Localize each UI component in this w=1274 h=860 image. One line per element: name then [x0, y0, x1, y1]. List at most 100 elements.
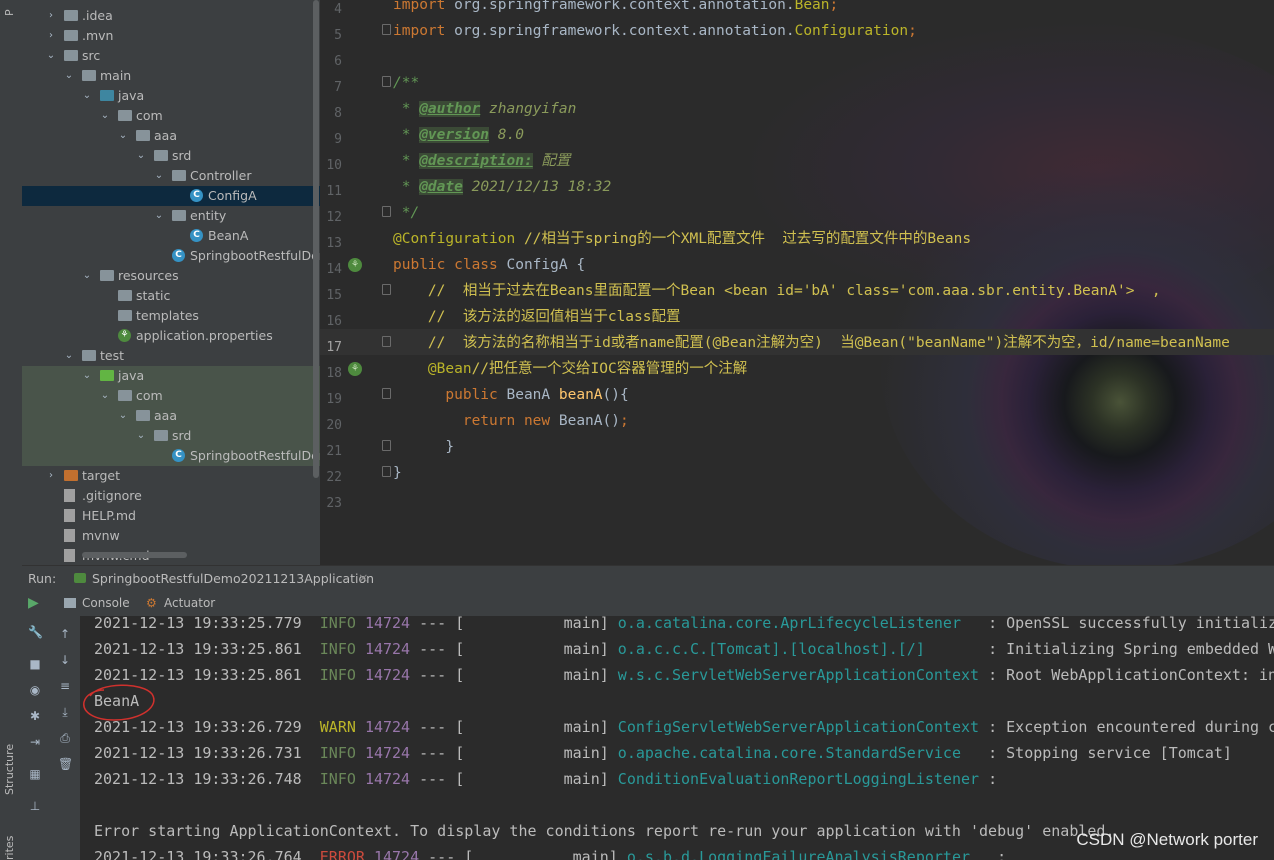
- stop-icon[interactable]: ■: [28, 658, 42, 670]
- chevron-down-icon[interactable]: ⌄: [118, 406, 128, 426]
- project-tree-horizontal-scrollbar[interactable]: [82, 552, 187, 558]
- chevron-down-icon[interactable]: ⌄: [100, 386, 110, 406]
- tree-item[interactable]: ⌄ srd: [22, 426, 320, 446]
- structure-tool-tab[interactable]: Structure: [3, 744, 16, 795]
- log-timestamp: 2021-12-13 19:33:26.731: [94, 744, 302, 762]
- fold-marker[interactable]: [382, 284, 391, 295]
- tree-item[interactable]: static: [22, 286, 320, 306]
- tree-item[interactable]: ⌄ com: [22, 386, 320, 406]
- chevron-down-icon[interactable]: ⌄: [82, 86, 92, 106]
- fold-marker[interactable]: [382, 24, 391, 35]
- fold-marker[interactable]: [382, 336, 391, 347]
- chevron-right-icon[interactable]: ›: [46, 6, 56, 26]
- tree-item[interactable]: ⌄ com: [22, 106, 320, 126]
- project-tree-vertical-scrollbar[interactable]: [313, 0, 319, 478]
- chevron-down-icon[interactable]: ⌄: [64, 346, 74, 366]
- fold-marker[interactable]: [382, 206, 391, 217]
- tree-item[interactable]: ⌄ Controller: [22, 166, 320, 186]
- tree-item-label: target: [82, 468, 121, 483]
- console-line: 2021-12-13 19:33:25.861 INFO 14724 --- […: [94, 636, 1274, 662]
- line-number: 19: [326, 392, 342, 407]
- tree-item[interactable]: ⌄ srd: [22, 146, 320, 166]
- tree-item[interactable]: templates: [22, 306, 320, 326]
- soft-wrap-icon[interactable]: ≡: [58, 680, 72, 692]
- pin-icon[interactable]: ⊥: [28, 800, 42, 812]
- tree-item[interactable]: C ConfigA: [22, 186, 320, 206]
- tree-item[interactable]: ⌄ java: [22, 86, 320, 106]
- tree-item[interactable]: ⌄ resources: [22, 266, 320, 286]
- chevron-right-icon[interactable]: ›: [46, 26, 56, 46]
- tree-item[interactable]: C SpringbootRestfulDem: [22, 246, 320, 266]
- tree-item[interactable]: C BeanA: [22, 226, 320, 246]
- tree-item[interactable]: › .idea: [22, 6, 320, 26]
- tree-item[interactable]: ⌄ aaa: [22, 126, 320, 146]
- tab-console[interactable]: Console: [82, 596, 130, 610]
- tree-item[interactable]: ⌄ entity: [22, 206, 320, 226]
- file-icon: [64, 509, 75, 522]
- tree-item[interactable]: ⌄ aaa: [22, 406, 320, 426]
- chevron-down-icon[interactable]: ⌄: [154, 166, 164, 186]
- log-logger: o.s.b.d.LoggingFailureAnalysisReporter: [617, 848, 989, 860]
- chevron-down-icon[interactable]: ⌄: [136, 426, 146, 446]
- tree-item[interactable]: .gitignore: [22, 486, 320, 506]
- console-output[interactable]: 2021-12-13 19:33:25.779 INFO 14724 --- […: [80, 616, 1274, 860]
- exit-icon[interactable]: ⇥: [28, 736, 42, 748]
- tree-item[interactable]: ⌄ main: [22, 66, 320, 86]
- chevron-down-icon[interactable]: ⌄: [100, 106, 110, 126]
- folder-folder-icon: [64, 10, 78, 21]
- close-icon[interactable]: ×: [358, 570, 368, 585]
- chevron-down-icon[interactable]: ⌄: [64, 66, 74, 86]
- tree-item[interactable]: ⌄ src: [22, 46, 320, 66]
- chevron-down-icon[interactable]: ⌄: [118, 126, 128, 146]
- line-number: 23: [326, 496, 342, 511]
- favorites-tool-tab[interactable]: rites: [3, 836, 16, 860]
- chevron-right-icon[interactable]: ›: [46, 466, 56, 486]
- fold-marker[interactable]: [382, 466, 391, 477]
- spring-bean-gutter-icon[interactable]: ⚘: [348, 258, 362, 272]
- actuator-icon: ⚙: [146, 596, 157, 610]
- chevron-down-icon[interactable]: ⌄: [154, 206, 164, 226]
- chevron-down-icon[interactable]: ⌄: [46, 46, 56, 66]
- chevron-down-icon[interactable]: ⌄: [82, 266, 92, 286]
- fold-marker[interactable]: [382, 76, 391, 87]
- spring-bean-gutter-icon[interactable]: ⚘: [348, 362, 362, 376]
- scroll-down-icon[interactable]: ↓: [58, 654, 72, 666]
- project-tool-tab[interactable]: P: [3, 9, 16, 16]
- fold-marker[interactable]: [382, 440, 391, 451]
- tree-item-label: static: [136, 288, 171, 303]
- line-number: 16: [326, 314, 342, 329]
- wrench-icon[interactable]: 🔧: [28, 626, 43, 638]
- tree-item[interactable]: › .mvn: [22, 26, 320, 46]
- tree-item[interactable]: ⌄ java: [22, 366, 320, 386]
- code-editor[interactable]: 4 5 6 7 8 9 10 11 12 13 14 15 16 17 18 19 20 21 22 23 impor…: [320, 0, 1274, 565]
- layout-icon[interactable]: ▦: [28, 768, 42, 780]
- package-folder-icon: [154, 150, 168, 161]
- run-config-tab[interactable]: SpringbootRestfulDemo20211213Application: [92, 571, 374, 586]
- tree-item[interactable]: ⌄ test: [22, 346, 320, 366]
- chevron-down-icon[interactable]: ⌄: [136, 146, 146, 166]
- log-message: :: [988, 848, 1007, 860]
- tree-item[interactable]: mvnw: [22, 526, 320, 546]
- tree-item[interactable]: › target: [22, 466, 320, 486]
- log-logger: ConditionEvaluationReportLoggingListener: [608, 770, 980, 788]
- log-separator: --- [: [410, 718, 465, 736]
- scroll-up-icon[interactable]: ↑: [58, 628, 72, 640]
- scroll-to-end-icon[interactable]: ⤓: [58, 706, 72, 718]
- camera-icon[interactable]: ◉: [28, 684, 42, 696]
- tree-item[interactable]: HELP.md: [22, 506, 320, 526]
- file-icon: [64, 489, 75, 502]
- tree-item[interactable]: C SpringbootRestfulDem: [22, 446, 320, 466]
- fold-marker[interactable]: [382, 388, 391, 399]
- package-folder-icon: [118, 390, 132, 401]
- tree-item[interactable]: ⚘ application.properties: [22, 326, 320, 346]
- trash-icon[interactable]: 🗑: [58, 758, 73, 770]
- tab-actuator[interactable]: Actuator: [164, 596, 215, 610]
- log-pid: 14724: [364, 616, 411, 632]
- rerun-icon[interactable]: ▶: [28, 595, 44, 611]
- line-number: 7: [334, 80, 342, 95]
- log-logger: w.s.c.ServletWebServerApplicationContext: [608, 666, 980, 684]
- print-icon[interactable]: ⎙: [58, 732, 72, 744]
- chevron-down-icon[interactable]: ⌄: [82, 366, 92, 386]
- tree-item-label: templates: [136, 308, 199, 323]
- debug-icon[interactable]: ✱: [28, 710, 42, 722]
